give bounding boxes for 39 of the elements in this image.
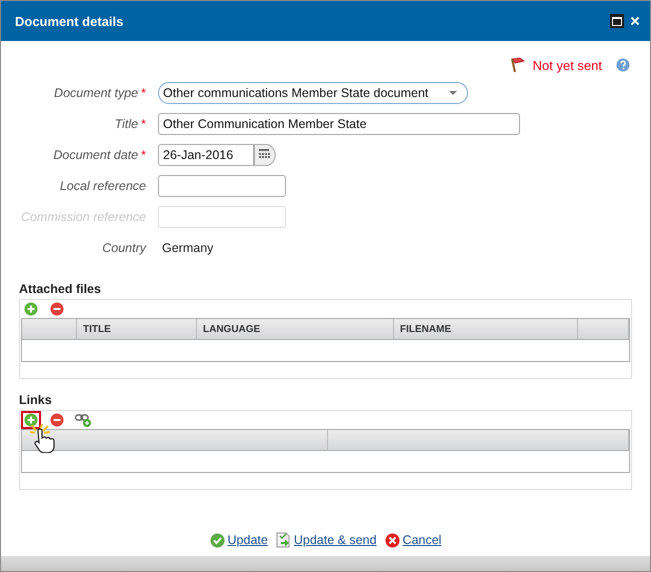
field-label: Country — [102, 241, 146, 255]
field-label: Local reference — [60, 179, 146, 193]
required-mark: * — [141, 86, 146, 100]
document-type-dropdown[interactable]: Other communications Member State document — [158, 82, 468, 104]
column-header — [22, 319, 77, 340]
required-mark: * — [141, 148, 146, 162]
add-icon — [24, 413, 38, 427]
document-arrow-icon — [276, 532, 291, 548]
chain-plus-icon — [75, 413, 91, 427]
window-title: Document details — [15, 14, 124, 28]
section-title: Links — [19, 393, 53, 409]
column-header — [578, 319, 629, 340]
field-label: Document type — [54, 86, 138, 100]
update-link[interactable]: Update — [210, 532, 268, 548]
column-header: TITLE — [77, 319, 197, 340]
remove-icon — [50, 302, 64, 316]
cancel-link[interactable]: Cancel — [384, 532, 442, 548]
add-icon — [24, 302, 38, 316]
flag-icon — [508, 57, 525, 73]
field-label: Document date — [53, 148, 138, 162]
status-text: Not yet sent — [532, 58, 602, 72]
text-field[interactable]: Other Communication Member State — [158, 113, 520, 135]
date-field[interactable]: 26-Jan-2016 — [158, 144, 254, 166]
remove-icon — [50, 413, 64, 427]
cancel-icon — [384, 532, 400, 548]
section-title: Attached files — [19, 282, 102, 298]
field-label: Title — [114, 117, 138, 131]
check-icon — [210, 532, 225, 548]
column-header: LANGUAGE — [197, 319, 394, 340]
text-field[interactable] — [158, 175, 286, 197]
column-header: FILENAME — [394, 319, 578, 340]
required-mark: * — [141, 117, 146, 131]
send-link[interactable]: Update & send — [276, 532, 377, 548]
close-button[interactable] — [630, 16, 640, 26]
help-icon[interactable] — [616, 58, 630, 72]
country-value: Germany — [161, 241, 214, 255]
add-button[interactable] — [21, 411, 41, 429]
maximize-button[interactable] — [610, 14, 624, 28]
hand-cursor-icon — [30, 423, 56, 453]
